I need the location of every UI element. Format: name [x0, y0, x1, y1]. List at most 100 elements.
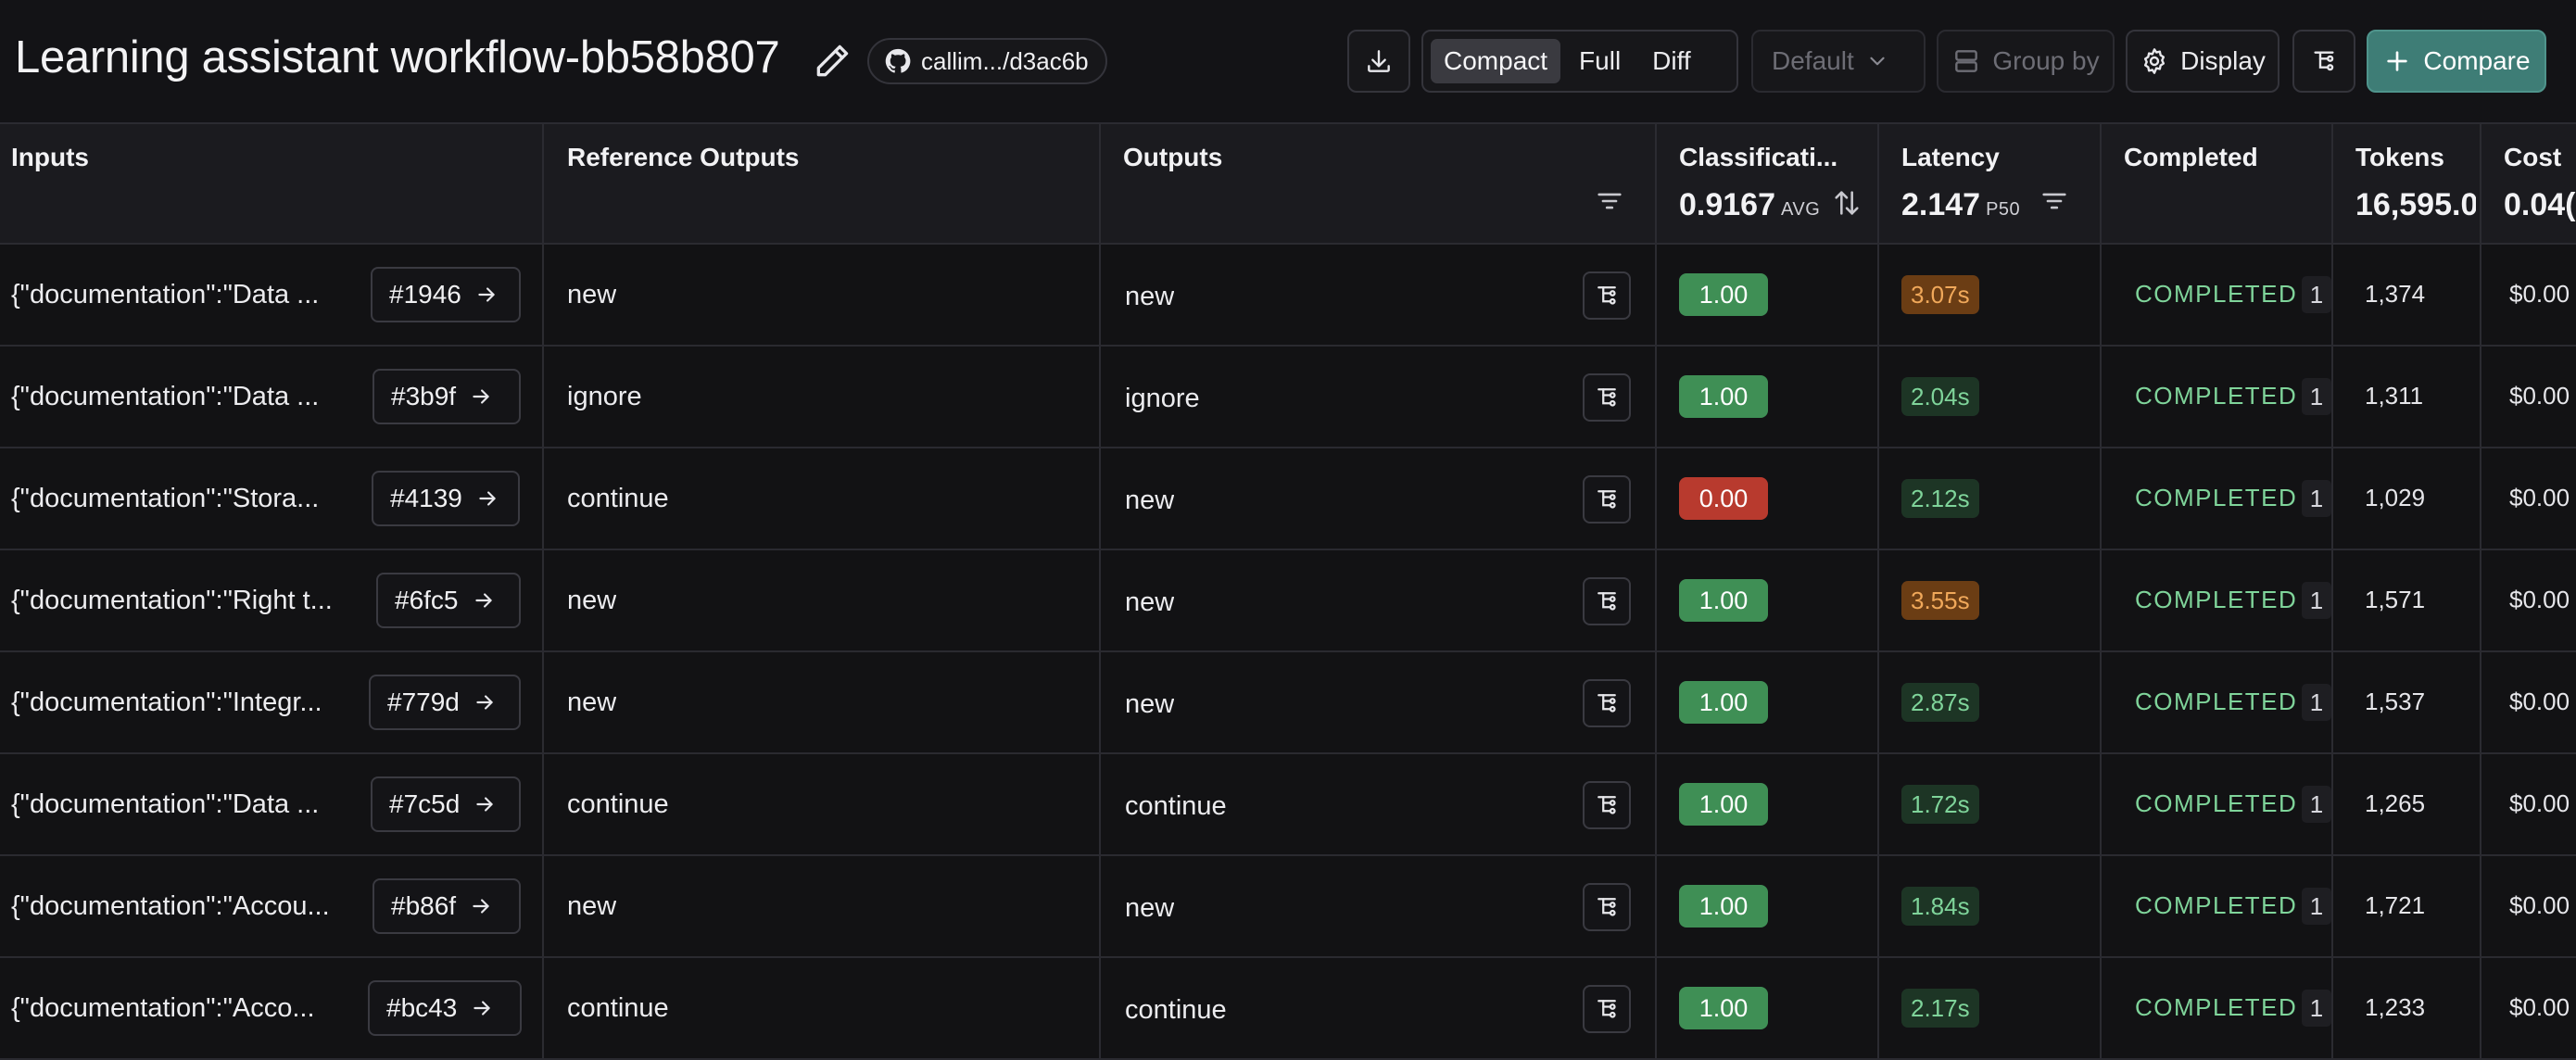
example-link-button[interactable]: #1946 — [371, 267, 521, 322]
reference-output-cell: new — [567, 890, 617, 921]
classification-score-badge: 1.00 — [1679, 375, 1768, 418]
classification-stat: 0.9167 AVG — [1679, 187, 1820, 223]
column-header-latency[interactable]: Latency — [1901, 143, 2000, 172]
table-row[interactable]: {"documentation":"Acco... #bc43 continue co… — [0, 958, 2576, 1060]
column-header-tokens[interactable]: Tokens — [2355, 143, 2444, 172]
arrow-right-icon — [473, 899, 489, 914]
example-link-button[interactable]: #b86f — [373, 878, 521, 934]
view-mode-compact[interactable]: Compact — [1431, 39, 1561, 83]
display-label: Display — [2180, 46, 2266, 75]
classification-score-badge: 1.00 — [1679, 885, 1768, 928]
arrow-right-icon — [479, 491, 496, 506]
open-trace-button[interactable] — [1583, 271, 1631, 320]
view-mode-full[interactable]: Full — [1566, 39, 1634, 83]
column-header-classification[interactable]: Classificati... — [1679, 143, 1855, 172]
latency-p50-value: 2.147 — [1901, 187, 1981, 222]
example-id: #1946 — [389, 280, 461, 309]
chevron-down-icon — [1870, 57, 1885, 66]
input-cell: {"documentation":"Stora... — [11, 483, 320, 513]
arrow-right-icon — [474, 593, 492, 608]
status-count: 1 — [2302, 990, 2331, 1027]
example-link-button[interactable]: #779d — [369, 675, 521, 730]
example-id: #b86f — [391, 891, 457, 920]
table-row[interactable]: {"documentation":"Data ... #1946 new new 1.0… — [0, 245, 2576, 347]
filter-icon[interactable] — [1594, 185, 1625, 217]
classification-score-badge: 1.00 — [1679, 987, 1768, 1029]
column-header-cost[interactable]: Cost — [2504, 143, 2561, 172]
trace-tree-icon — [1597, 490, 1616, 509]
column-header-outputs[interactable]: Outputs — [1123, 143, 1222, 172]
trace-view-button[interactable] — [2292, 30, 2355, 93]
column-header-reference-outputs[interactable]: Reference Outputs — [567, 143, 800, 172]
open-trace-button[interactable] — [1583, 985, 1631, 1033]
output-cell: continue — [1125, 790, 1227, 821]
open-trace-button[interactable] — [1583, 577, 1631, 625]
latency-badge: 1.72s — [1901, 785, 1979, 824]
open-trace-button[interactable] — [1583, 679, 1631, 727]
pencil-icon[interactable] — [812, 41, 852, 82]
open-trace-button[interactable] — [1583, 883, 1631, 931]
column-header-inputs[interactable]: Inputs — [11, 143, 89, 172]
status-count: 1 — [2302, 786, 2331, 823]
view-mode-diff[interactable]: Diff — [1639, 39, 1704, 83]
arrow-right-icon — [476, 695, 493, 710]
trace-tree-icon — [1597, 898, 1616, 916]
example-id: #7c5d — [389, 789, 461, 818]
example-link-button[interactable]: #bc43 — [368, 980, 522, 1036]
latency-badge: 3.55s — [1901, 581, 1979, 620]
status-label: COMPLETED — [2135, 382, 2298, 410]
example-link-button[interactable]: #3b9f — [373, 369, 521, 424]
table-row[interactable]: {"documentation":"Integr... #779d new new 1.… — [0, 652, 2576, 754]
example-link-button[interactable]: #4139 — [372, 471, 520, 526]
example-link-button[interactable]: #6fc5 — [376, 573, 521, 628]
display-button[interactable]: Display — [2126, 30, 2279, 93]
status-count: 1 — [2302, 378, 2331, 415]
classification-avg-unit: AVG — [1781, 199, 1821, 220]
output-cell: ignore — [1125, 383, 1200, 413]
status-count: 1 — [2302, 684, 2331, 721]
column-header-completed[interactable]: Completed — [2124, 143, 2258, 172]
cost-cell: $0.00 — [2509, 586, 2570, 613]
trace-tree-icon — [1597, 796, 1616, 814]
latency-p50-unit: P50 — [1986, 199, 2021, 220]
table-row[interactable]: {"documentation":"Right t... #6fc5 new new 1… — [0, 550, 2576, 652]
status-label: COMPLETED — [2135, 891, 2298, 919]
table-row[interactable]: {"documentation":"Stora... #4139 continue n… — [0, 448, 2576, 550]
reference-output-cell: new — [567, 687, 617, 717]
download-button[interactable] — [1347, 30, 1410, 93]
classification-score-badge: 0.00 — [1679, 477, 1768, 520]
page-title: Learning assistant workflow-bb58b807 — [15, 32, 780, 82]
classification-score-badge: 1.00 — [1679, 681, 1768, 724]
example-id: #6fc5 — [395, 586, 459, 614]
status-count: 1 — [2302, 276, 2331, 313]
table-row[interactable]: {"documentation":"Data ... #7c5d continue c… — [0, 754, 2576, 856]
group-by-button[interactable]: Group by — [1937, 30, 2115, 93]
sort-icon[interactable] — [1831, 187, 1863, 219]
table-row[interactable]: {"documentation":"Accou... #b86f new new 1.0… — [0, 856, 2576, 958]
example-link-button[interactable]: #7c5d — [371, 776, 521, 832]
tokens-total: 16,595.0 — [2355, 187, 2476, 222]
cost-cell: $0.00 — [2509, 382, 2570, 410]
github-icon — [885, 48, 911, 73]
trace-tree-icon — [2314, 51, 2334, 71]
compare-button[interactable]: Compare — [2367, 30, 2546, 93]
open-trace-button[interactable] — [1583, 475, 1631, 524]
open-trace-button[interactable] — [1583, 373, 1631, 422]
filter-icon[interactable] — [2039, 185, 2070, 217]
reference-output-cell: continue — [567, 483, 669, 513]
status-label: COMPLETED — [2135, 586, 2298, 613]
download-icon — [1368, 50, 1390, 72]
classification-score-badge: 1.00 — [1679, 783, 1768, 826]
cost-cell: $0.00 — [2509, 688, 2570, 715]
reference-output-cell: ignore — [567, 381, 642, 411]
open-trace-button[interactable] — [1583, 781, 1631, 829]
output-cell: new — [1125, 688, 1175, 719]
default-select[interactable]: Default — [1751, 30, 1926, 93]
cost-cell: $0.00 — [2509, 789, 2570, 817]
latency-badge: 2.87s — [1901, 683, 1979, 722]
trace-tree-icon — [1597, 592, 1616, 611]
output-cell: continue — [1125, 994, 1227, 1025]
rows-icon — [1955, 50, 1978, 72]
repo-link[interactable]: callim.../d3ac6b — [867, 38, 1107, 84]
table-row[interactable]: {"documentation":"Data ... #3b9f ignore ign… — [0, 347, 2576, 448]
